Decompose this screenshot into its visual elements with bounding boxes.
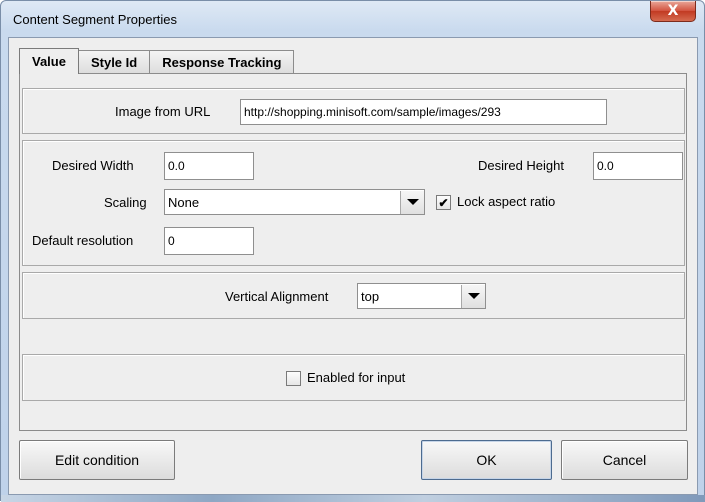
enabled-for-input-checkbox[interactable] bbox=[286, 371, 301, 386]
title-bar[interactable]: Content Segment Properties X bbox=[1, 1, 704, 37]
size-group: Desired Width 0.0 Desired Height 0.0 Sca… bbox=[22, 140, 685, 266]
tab-value[interactable]: Value bbox=[19, 48, 79, 74]
desired-width-input[interactable]: 0.0 bbox=[164, 152, 254, 180]
vertical-alignment-value: top bbox=[361, 288, 380, 304]
default-resolution-label: Default resolution bbox=[32, 233, 134, 248]
dialog-window: Content Segment Properties X Value Style… bbox=[0, 0, 705, 502]
image-url-label: Image from URL bbox=[115, 104, 211, 119]
chevron-down-icon[interactable] bbox=[461, 284, 485, 308]
desired-height-label: Desired Height bbox=[478, 158, 564, 173]
image-url-input[interactable]: http://shopping.minisoft.com/sample/imag… bbox=[240, 99, 607, 125]
chevron-down-icon[interactable] bbox=[400, 190, 424, 214]
input-group: Enabled for input bbox=[22, 354, 685, 401]
close-icon: X bbox=[667, 3, 679, 19]
close-button[interactable]: X bbox=[650, 1, 696, 22]
tab-bar: Value Style Id Response Tracking bbox=[19, 48, 295, 74]
desired-width-label: Desired Width bbox=[52, 158, 134, 173]
enabled-for-input-label[interactable]: Enabled for input bbox=[307, 370, 405, 385]
vertical-alignment-label: Vertical Alignment bbox=[225, 289, 329, 304]
lock-aspect-label[interactable]: Lock aspect ratio bbox=[457, 194, 555, 209]
cancel-button[interactable]: Cancel bbox=[561, 440, 688, 480]
desired-height-input[interactable]: 0.0 bbox=[593, 152, 683, 180]
ok-button[interactable]: OK bbox=[421, 440, 552, 480]
tab-panel-value: Image from URL http://shopping.minisoft.… bbox=[19, 73, 687, 431]
scaling-label: Scaling bbox=[104, 195, 147, 210]
image-url-group: Image from URL http://shopping.minisoft.… bbox=[22, 88, 685, 134]
edit-condition-button[interactable]: Edit condition bbox=[19, 440, 175, 480]
tab-style-id[interactable]: Style Id bbox=[77, 50, 151, 74]
lock-aspect-checkbox[interactable]: ✔ bbox=[436, 195, 451, 210]
dialog-content: Value Style Id Response Tracking Image f… bbox=[8, 37, 698, 495]
alignment-group: Vertical Alignment top bbox=[22, 272, 685, 319]
scaling-value: None bbox=[168, 194, 200, 210]
window-title: Content Segment Properties bbox=[13, 12, 178, 27]
vertical-alignment-select[interactable]: top bbox=[357, 283, 486, 309]
scaling-select[interactable]: None bbox=[164, 189, 425, 215]
tab-response-tracking[interactable]: Response Tracking bbox=[149, 50, 295, 74]
check-icon: ✔ bbox=[438, 195, 449, 210]
default-resolution-input[interactable]: 0 bbox=[164, 227, 254, 255]
